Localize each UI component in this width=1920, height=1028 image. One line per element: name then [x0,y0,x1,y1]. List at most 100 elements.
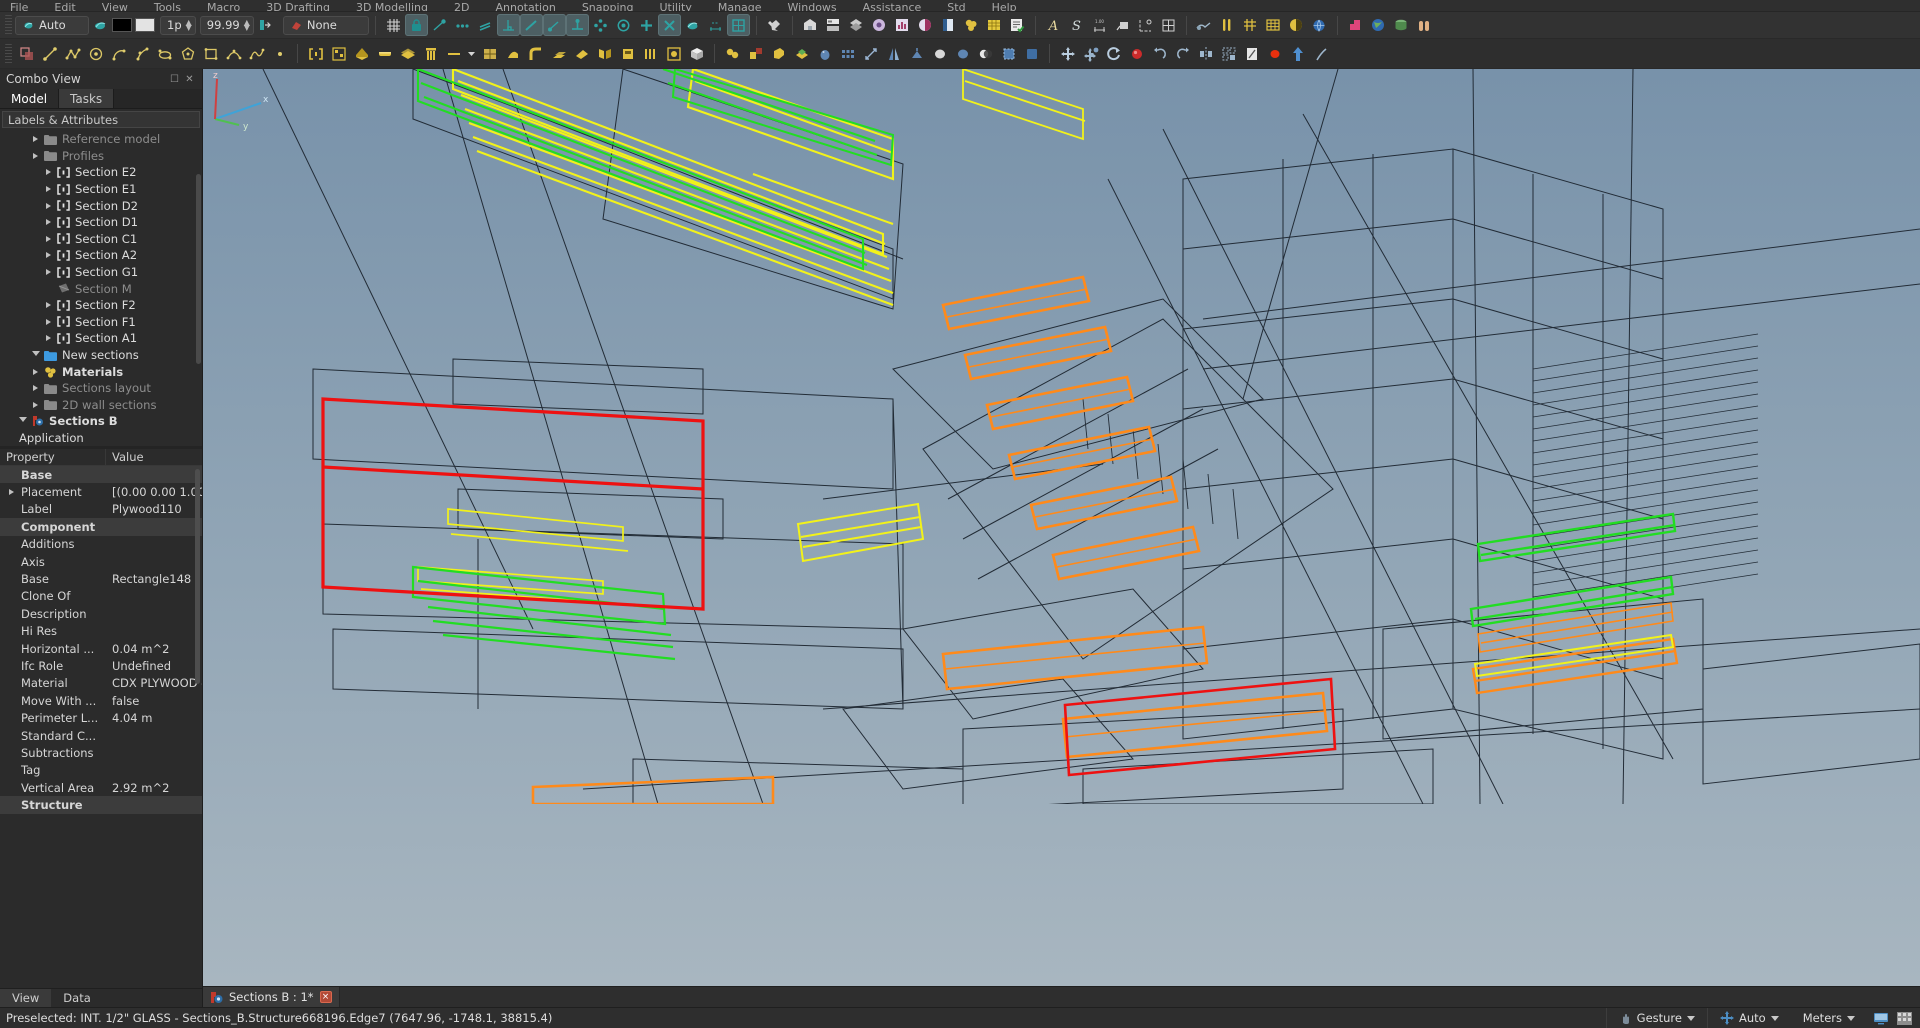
bim-material-icon[interactable] [937,14,960,36]
tree-item-section-c1[interactable]: Section C1 [0,231,202,248]
tab-data[interactable]: Data [51,989,102,1007]
tree-expander[interactable] [42,252,55,258]
draft-polygon-icon[interactable] [176,43,199,65]
modify-add-component-icon[interactable] [744,43,767,65]
tree-item-sections-layout[interactable]: Sections layout [0,380,202,397]
draft-arc-icon[interactable] [107,43,130,65]
document-tab-close-icon[interactable]: × [320,991,332,1003]
draft-ellipse-icon[interactable] [153,43,176,65]
fullscreen-toggle[interactable] [1867,1008,1895,1028]
manage-site-icon[interactable] [1344,14,1367,36]
tree-expander[interactable] [29,385,42,391]
manage-database-icon[interactable] [1390,14,1413,36]
property-row[interactable]: Placement[(0.00 0.00 1.00); 0.... [0,483,202,500]
snap-grid-icon[interactable] [382,14,405,36]
arch-roof-icon[interactable] [570,43,593,65]
modify-bbox-icon[interactable] [997,43,1020,65]
tree-item-section-f2[interactable]: Section F2 [0,297,202,314]
tree-item-section-f1[interactable]: Section F1 [0,314,202,331]
dimension-mode-selector[interactable]: Auto [1707,1008,1791,1028]
bim-ifc-quantities-icon[interactable] [891,14,914,36]
tree-item-sections-b[interactable]: Sections B [0,413,202,430]
bim-spreadsheet-icon[interactable] [983,14,1006,36]
modify-merge-icon[interactable] [790,43,813,65]
property-row[interactable]: Standard C... [0,727,202,744]
arch-pipe-icon[interactable] [524,43,547,65]
utility-panel-icon[interactable] [1262,14,1285,36]
bim-ifc-explorer-icon[interactable] [845,14,868,36]
tree-search-input[interactable]: Labels & Attributes [2,111,200,128]
property-row[interactable]: Subtractions [0,744,202,761]
tree-expander[interactable] [29,402,42,408]
property-row[interactable]: Component [0,518,202,535]
units-selector[interactable]: Meters [1791,1008,1867,1028]
tree-item-section-a1[interactable]: Section A1 [0,330,202,347]
tree-expander[interactable] [42,186,55,192]
toggle-grid-icon[interactable] [727,14,750,36]
modify-survey-icon[interactable] [813,43,836,65]
bim-project-icon[interactable] [822,14,845,36]
tab-tasks[interactable]: Tasks [59,89,114,108]
bim-ifc-elements-icon[interactable] [914,14,937,36]
tree-item-section-e2[interactable]: Section E2 [0,164,202,181]
menu-item-annotation[interactable]: Annotation [495,1,555,12]
draft-point-icon[interactable] [268,43,291,65]
tree-scrollbar[interactable] [196,174,201,364]
arch-column-icon[interactable] [419,43,442,65]
navigation-style-selector[interactable]: Gesture [1606,1008,1707,1028]
tree-item-reference-model[interactable]: Reference model [0,131,202,148]
transform-move-icon[interactable] [1056,43,1079,65]
tree-expander[interactable] [42,319,55,325]
arch-beam-icon[interactable] [373,43,396,65]
menu-item-tools[interactable]: Tools [154,1,181,12]
modify-solid-icon[interactable] [1020,43,1043,65]
snap-near-icon[interactable] [681,14,704,36]
modify-shape-blue-icon[interactable] [951,43,974,65]
utility-pie-icon[interactable] [1285,14,1308,36]
navigation-chevron-down-icon[interactable] [1687,1016,1695,1021]
menu-item-manage[interactable]: Manage [718,1,762,12]
transparency-spinner[interactable]: 99.99 ▲▼ [200,16,254,35]
face-color-swatch[interactable] [135,18,155,32]
utility-sketch-icon[interactable] [1193,14,1216,36]
snap-angle-icon[interactable] [543,14,566,36]
arch-window-icon[interactable] [478,43,501,65]
snap-perpendicular-icon[interactable] [497,14,520,36]
annotation-grid-icon[interactable] [1157,14,1180,36]
menu-item-snapping[interactable]: Snapping [582,1,634,12]
transform-undo-icon[interactable] [1148,43,1171,65]
draft-annotation-style-icon[interactable] [89,14,112,36]
draft-polyline-icon[interactable] [61,43,84,65]
arch-section-plane-icon[interactable] [304,43,327,65]
property-row[interactable]: Hi Res [0,623,202,640]
transform-mirror-axis-icon[interactable] [1194,43,1217,65]
menu-item-view[interactable]: View [102,1,128,12]
tree-expander[interactable] [42,302,55,308]
utility-pipe-icon[interactable] [1216,14,1239,36]
property-row[interactable]: Structure [0,796,202,813]
tree-expander[interactable] [42,203,55,209]
snap-intersection-icon[interactable] [589,14,612,36]
property-row[interactable]: Axis [0,553,202,570]
property-row[interactable]: LabelPlywood110 [0,501,202,518]
utility-globe-icon[interactable] [1308,14,1331,36]
snap-special-icon[interactable] [658,14,681,36]
transform-array-icon[interactable] [1217,43,1240,65]
units-chevron-down-icon[interactable] [1847,1016,1855,1021]
modify-mirror-icon[interactable] [882,43,905,65]
transform-rotate-icon[interactable] [1102,43,1125,65]
transform-highlight-icon[interactable] [1263,43,1286,65]
menu-item-3d-drafting[interactable]: 3D Drafting [266,1,330,12]
screenshot-toggle[interactable] [1895,1008,1920,1028]
annotation-shape-text-icon[interactable]: S [1065,14,1088,36]
property-row[interactable]: Base [0,466,202,483]
property-row[interactable]: Move With ...false [0,692,202,709]
tree-item-application[interactable]: Application [0,430,202,446]
arch-equipment-icon[interactable] [616,43,639,65]
tree-item-section-d2[interactable]: Section D2 [0,197,202,214]
menu-item-macro[interactable]: Macro [207,1,240,12]
snap-dimensions-icon[interactable] [704,14,727,36]
transform-extrude-icon[interactable] [1286,43,1309,65]
transform-align-icon[interactable] [1125,43,1148,65]
menu-item-windows[interactable]: Windows [788,1,837,12]
